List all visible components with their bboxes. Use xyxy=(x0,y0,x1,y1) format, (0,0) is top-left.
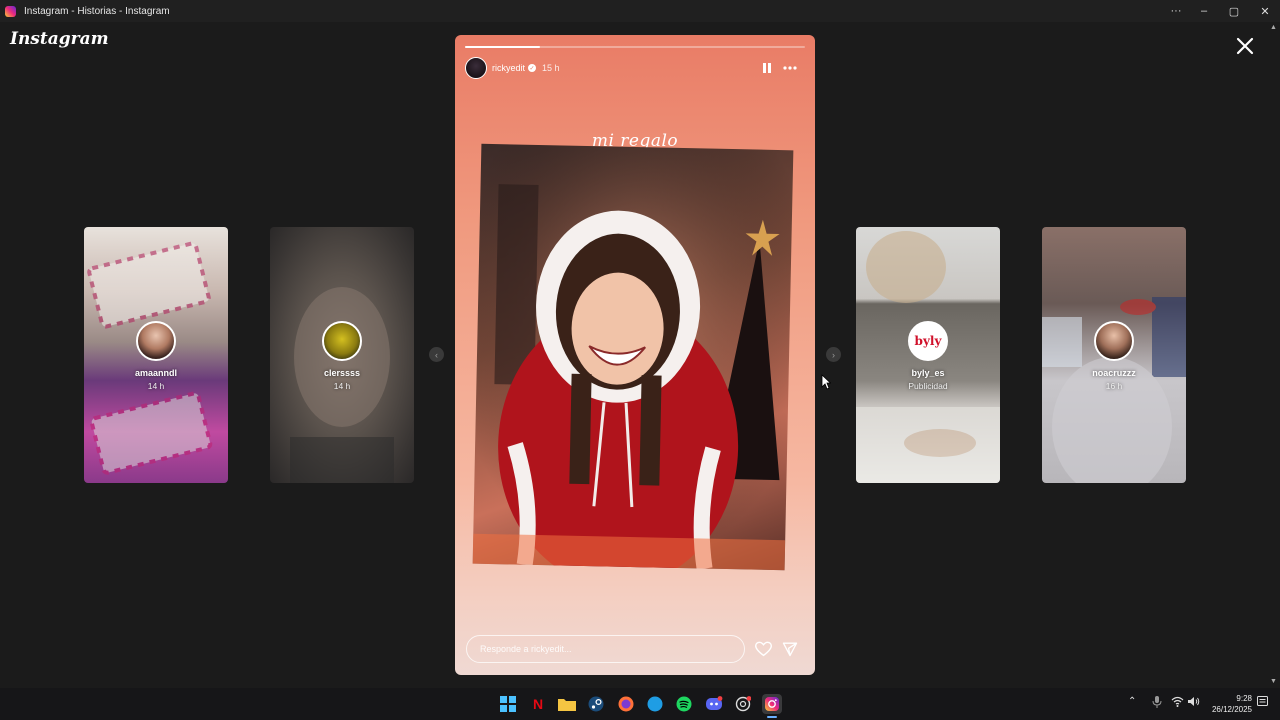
more-options-icon[interactable] xyxy=(782,61,798,75)
preview-time: 16 h xyxy=(1105,381,1123,391)
netflix-icon[interactable]: N xyxy=(528,694,548,714)
window-titlebar: Instagram - Historias - Instagram xyxy=(0,0,1280,22)
preview-time: 14 h xyxy=(333,381,351,391)
active-story[interactable]: rickyedit ✓ 15 h mi regalo Responde a ri… xyxy=(455,35,815,675)
scroll-up-icon[interactable]: ▲ xyxy=(1270,24,1277,31)
chatgpt-icon[interactable] xyxy=(733,694,753,714)
active-app-indicator xyxy=(767,716,777,718)
mouse-cursor-icon xyxy=(821,374,831,390)
avatar xyxy=(136,321,176,361)
reply-input[interactable]: Responde a rickyedit... xyxy=(466,635,745,663)
verified-badge-icon: ✓ xyxy=(528,64,537,72)
preview-username: amaanndl xyxy=(134,368,177,378)
wifi-icon[interactable] xyxy=(1171,696,1184,710)
story-header: rickyedit ✓ 15 h xyxy=(465,57,560,79)
window-close-button[interactable]: ✕ xyxy=(1250,0,1280,22)
story-photo xyxy=(472,143,794,571)
volume-icon[interactable] xyxy=(1187,696,1200,710)
firefox-icon[interactable] xyxy=(616,694,636,714)
safari-icon[interactable] xyxy=(645,694,665,714)
instagram-app-icon xyxy=(5,5,16,17)
steam-icon[interactable] xyxy=(586,694,606,714)
santa-hood-portrait xyxy=(472,143,794,571)
story-preview-clerssss[interactable]: clerssss 14 h xyxy=(270,227,414,483)
heart-icon[interactable] xyxy=(755,641,772,657)
avatar: byly xyxy=(908,321,948,361)
scroll-down-icon[interactable]: ▼ xyxy=(1270,678,1277,685)
clock-date: 26/12/2025 xyxy=(1211,705,1252,714)
story-preview-byly-es[interactable]: byly byly_es Publicidad xyxy=(856,227,1000,483)
story-time: 15 h xyxy=(542,63,560,73)
preview-sponsored-label: Publicidad xyxy=(908,381,948,391)
chevron-up-icon[interactable]: ⌃ xyxy=(1128,696,1136,707)
instagram-logo[interactable]: Instagram xyxy=(10,29,109,49)
avatar xyxy=(1094,321,1134,361)
microphone-icon[interactable] xyxy=(1152,696,1162,711)
taskbar xyxy=(0,688,1280,720)
story-username[interactable]: rickyedit xyxy=(492,63,525,73)
maximize-button[interactable]: ▢ xyxy=(1219,0,1249,22)
notification-icon[interactable] xyxy=(1257,696,1268,711)
pause-icon[interactable] xyxy=(760,61,774,75)
window-menu-button[interactable]: ··· xyxy=(1161,0,1191,22)
window-title: Instagram - Historias - Instagram xyxy=(24,5,170,17)
previous-story-button[interactable]: ‹ xyxy=(429,347,444,362)
preview-time: 14 h xyxy=(147,381,165,391)
preview-username: noacruzzz xyxy=(1092,368,1136,378)
clock-time: 9:28 xyxy=(1236,694,1252,703)
byly-logo: byly xyxy=(914,334,942,348)
scrollbar[interactable] xyxy=(1268,22,1280,688)
minimize-button[interactable]: – xyxy=(1189,0,1219,22)
spotify-icon[interactable] xyxy=(674,694,694,714)
preview-username: byly_es xyxy=(911,368,945,378)
next-story-button[interactable]: › xyxy=(826,347,841,362)
story-avatar[interactable] xyxy=(465,57,487,79)
send-icon[interactable] xyxy=(782,641,798,657)
story-progress-bar xyxy=(465,46,805,48)
close-icon[interactable] xyxy=(1232,33,1258,59)
avatar xyxy=(322,321,362,361)
story-preview-noacruzzz[interactable]: noacruzzz 16 h xyxy=(1042,227,1186,483)
preview-username: clerssss xyxy=(323,368,361,378)
instagram-taskbar-icon[interactable] xyxy=(762,694,782,714)
system-clock[interactable]: 9:28 26/12/2025 xyxy=(1206,693,1252,715)
discord-icon[interactable] xyxy=(704,694,724,714)
windows-start-icon[interactable] xyxy=(498,694,518,714)
file-explorer-icon[interactable] xyxy=(557,694,577,714)
story-progress-fill xyxy=(465,46,540,48)
story-preview-amaanndl[interactable]: amaanndl 14 h xyxy=(84,227,228,483)
